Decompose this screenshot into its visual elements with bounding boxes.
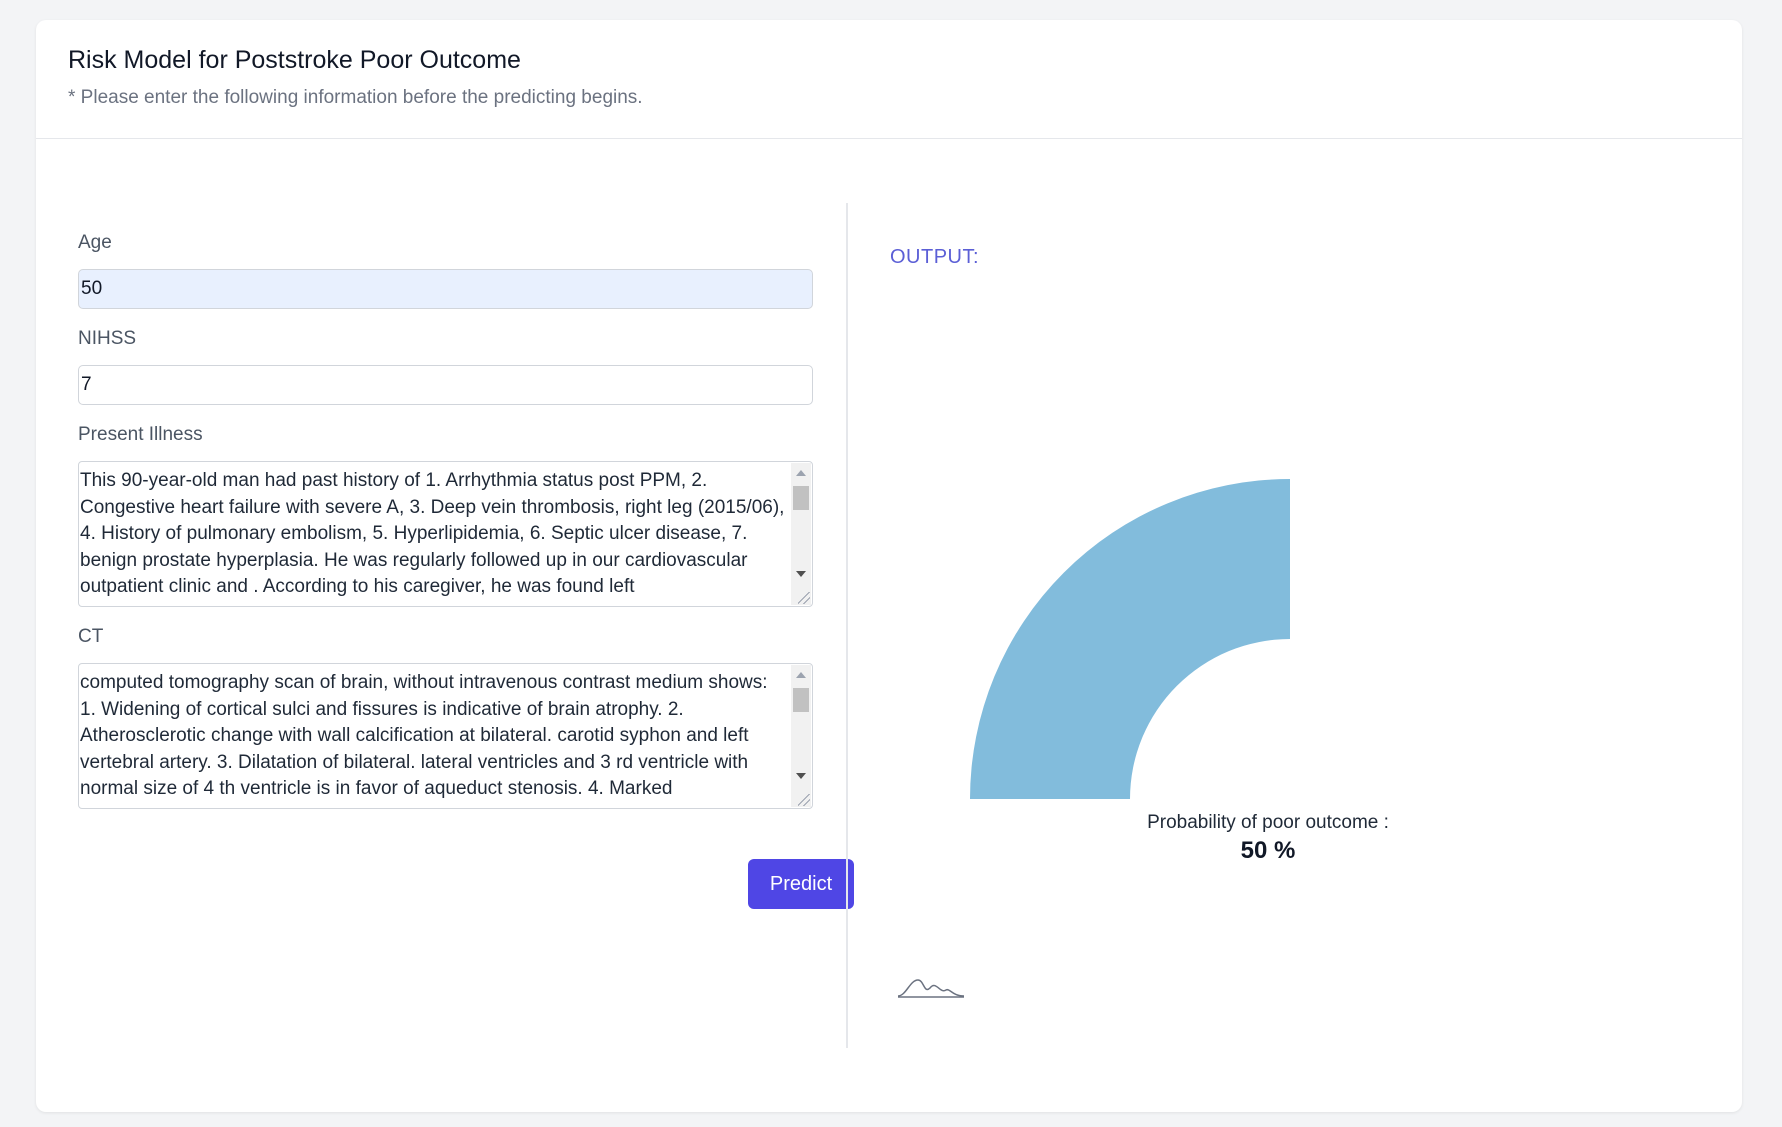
ct-text[interactable]: computed tomography scan of brain, witho… <box>80 670 786 806</box>
input-form: Age NIHSS Present Illness This 90-year-o… <box>78 230 854 909</box>
column-divider <box>846 203 848 1048</box>
scroll-down-icon[interactable] <box>796 571 806 577</box>
scroll-thumb[interactable] <box>793 688 809 712</box>
chart-logo-icon <box>897 979 965 998</box>
main-card: Risk Model for Poststroke Poor Outcome *… <box>36 20 1742 1112</box>
nihss-label: NIHSS <box>78 328 137 349</box>
ct-label: CT <box>78 626 104 647</box>
predict-button[interactable]: Predict <box>748 859 854 909</box>
output-label: OUTPUT: <box>890 246 980 268</box>
present-illness-label: Present Illness <box>78 424 203 445</box>
probability-label: Probability of poor outcome : <box>1147 812 1389 833</box>
present-illness-textarea[interactable]: This 90-year-old man had past history of… <box>78 461 813 607</box>
present-illness-scrollbar[interactable] <box>791 463 811 605</box>
scroll-thumb[interactable] <box>793 486 809 510</box>
scroll-up-icon[interactable] <box>796 672 806 678</box>
age-input[interactable] <box>78 269 813 309</box>
age-label: Age <box>78 232 112 253</box>
scroll-down-icon[interactable] <box>796 773 806 779</box>
resize-handle-icon[interactable] <box>798 592 810 604</box>
card-header: Risk Model for Poststroke Poor Outcome *… <box>36 20 1742 139</box>
present-illness-text[interactable]: This 90-year-old man had past history of… <box>80 468 786 604</box>
probability-value: 50 % <box>1240 837 1296 864</box>
resize-handle-icon[interactable] <box>798 794 810 806</box>
gauge-fill <box>970 479 1290 799</box>
page-subtitle: * Please enter the following information… <box>68 87 643 108</box>
nihss-input[interactable] <box>78 365 813 405</box>
ct-scrollbar[interactable] <box>791 665 811 807</box>
page-title: Risk Model for Poststroke Poor Outcome <box>68 46 521 74</box>
ct-textarea[interactable]: computed tomography scan of brain, witho… <box>78 663 813 809</box>
scroll-up-icon[interactable] <box>796 470 806 476</box>
